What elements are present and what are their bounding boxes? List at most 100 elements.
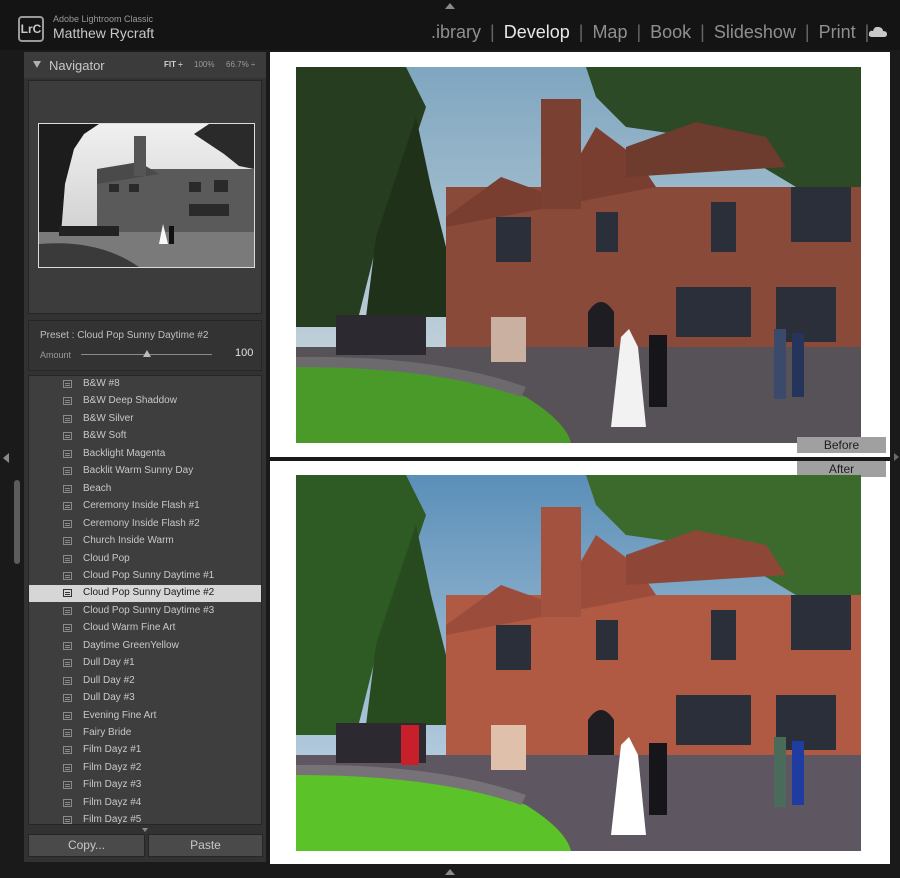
module-library[interactable]: .ibrary	[422, 22, 490, 43]
identity-plate-user-name: Matthew Rycraft	[53, 25, 155, 41]
collapse-filmstrip-arrow-icon[interactable]	[445, 869, 455, 875]
preset-label: Film Dayz #2	[83, 762, 142, 773]
preset-icon	[63, 380, 72, 388]
preset-icon	[63, 572, 72, 580]
paste-button[interactable]: Paste	[148, 834, 263, 857]
preset-label: Film Dayz #3	[83, 779, 142, 790]
collapse-left-panel-arrow-icon[interactable]	[3, 453, 9, 463]
left-panel-scrollbar[interactable]	[14, 480, 20, 564]
preset-label: Film Dayz #4	[83, 797, 142, 808]
preset-label: Cloud Warm Fine Art	[83, 622, 176, 633]
amount-slider-thumb[interactable]	[143, 350, 151, 357]
module-develop[interactable]: Develop	[495, 22, 579, 43]
preset-list-item[interactable]: Fairy Bride	[29, 725, 261, 742]
module-print[interactable]: Print	[810, 22, 865, 43]
preset-list-item[interactable]: B&W Deep Shaddow	[29, 393, 261, 410]
preset-list-item[interactable]: Cloud Warm Fine Art	[29, 620, 261, 637]
preset-label: Film Dayz #1	[83, 744, 142, 755]
preset-label: Cloud Pop Sunny Daytime #2	[83, 587, 215, 598]
app-product-name: Adobe Lightroom Classic	[53, 14, 154, 24]
preset-label: Cloud Pop Sunny Daytime #3	[83, 605, 215, 616]
preset-icon	[63, 589, 72, 597]
preset-icon	[63, 624, 72, 632]
preset-list-item[interactable]: Film Dayz #5	[29, 812, 261, 824]
preset-label: Backlight Magenta	[83, 448, 166, 459]
preset-label: B&W Silver	[83, 413, 134, 424]
preset-list-item[interactable]: Cloud Pop Sunny Daytime #1	[29, 568, 261, 585]
preset-icon	[63, 520, 72, 528]
preset-list-item[interactable]: B&W Soft	[29, 428, 261, 445]
preset-icon	[63, 432, 72, 440]
navigator-header[interactable]: Navigator FIT ÷ 100% 66.7% ÷	[24, 52, 266, 78]
preset-list-item[interactable]: Backlight Magenta	[29, 446, 261, 463]
amount-value[interactable]: 100	[235, 347, 253, 359]
copy-button[interactable]: Copy...	[28, 834, 145, 857]
scroll-down-arrow-icon[interactable]	[142, 828, 148, 832]
preset-icon	[63, 485, 72, 493]
after-frame: After	[270, 461, 890, 864]
preset-label: Dull Day #2	[83, 675, 135, 686]
preset-icon	[63, 467, 72, 475]
preset-list-item[interactable]: Cloud Pop Sunny Daytime #3	[29, 603, 261, 620]
preset-list-item[interactable]: Daytime GreenYellow	[29, 638, 261, 655]
preset-label: Ceremony Inside Flash #2	[83, 518, 200, 529]
preset-list-item[interactable]: Film Dayz #1	[29, 742, 261, 759]
module-map[interactable]: Map	[583, 22, 636, 43]
preset-label: Cloud Pop Sunny Daytime #1	[83, 570, 215, 581]
preset-icon	[63, 764, 72, 772]
preset-list-item[interactable]: B&W #8	[29, 376, 261, 393]
navigator-title: Navigator	[49, 58, 105, 73]
preset-list-item[interactable]: Beach	[29, 481, 261, 498]
navigator-thumbnail[interactable]	[38, 123, 255, 268]
preset-list-item[interactable]: Dull Day #3	[29, 690, 261, 707]
preset-label: Dull Day #3	[83, 692, 135, 703]
preset-list-item[interactable]: Dull Day #1	[29, 655, 261, 672]
preset-icon	[63, 642, 72, 650]
after-photo[interactable]	[296, 475, 861, 851]
preset-icon	[63, 397, 72, 405]
preset-icon	[63, 537, 72, 545]
preset-list-item[interactable]: Ceremony Inside Flash #2	[29, 516, 261, 533]
preset-list-item[interactable]: B&W Silver	[29, 411, 261, 428]
current-preset-label: Preset : Cloud Pop Sunny Daytime #2	[40, 330, 209, 341]
before-photo[interactable]	[296, 67, 861, 443]
preset-icon	[63, 450, 72, 458]
preset-list-item[interactable]: Cloud Pop Sunny Daytime #2	[29, 585, 261, 602]
left-panel: Navigator FIT ÷ 100% 66.7% ÷ Preset: Cl…	[24, 52, 266, 862]
preset-list-item[interactable]: Church Inside Warm	[29, 533, 261, 550]
zoom-custom[interactable]: 66.7% ÷	[226, 60, 255, 69]
module-slideshow[interactable]: Slideshow	[705, 22, 805, 43]
preset-icon	[63, 816, 72, 824]
amount-label: Amount	[40, 350, 72, 360]
preset-label: Dull Day #1	[83, 657, 135, 668]
lightroom-logo: LrC	[18, 16, 44, 42]
preset-icon	[63, 781, 72, 789]
preset-icon	[63, 729, 72, 737]
module-book[interactable]: Book	[641, 22, 700, 43]
preset-list-item[interactable]: Dull Day #2	[29, 673, 261, 690]
zoom-fit[interactable]: FIT ÷	[164, 60, 183, 69]
preset-icon	[63, 502, 72, 510]
preset-list-item[interactable]: Film Dayz #4	[29, 795, 261, 812]
preset-list-item[interactable]: Backlit Warm Sunny Day	[29, 463, 261, 480]
preset-list-item[interactable]: Film Dayz #3	[29, 777, 261, 794]
preset-label: B&W #8	[83, 378, 120, 389]
zoom-100[interactable]: 100%	[194, 60, 214, 69]
preset-label: Church Inside Warm	[83, 535, 174, 546]
preset-label: Evening Fine Art	[83, 710, 157, 721]
cloud-sync-icon[interactable]	[868, 26, 888, 38]
collapse-right-panel-arrow-icon[interactable]	[894, 453, 899, 461]
preset-label: Backlit Warm Sunny Day	[83, 465, 194, 476]
preset-list-item[interactable]: Evening Fine Art	[29, 708, 261, 725]
preset-list-item[interactable]: Film Dayz #2	[29, 760, 261, 777]
top-bar: LrC Adobe Lightroom Classic Matthew Rycr…	[0, 0, 900, 50]
preset-icon	[63, 677, 72, 685]
preset-list-item[interactable]: Ceremony Inside Flash #1	[29, 498, 261, 515]
preset-label: Ceremony Inside Flash #1	[83, 500, 200, 511]
collapse-top-panel-arrow-icon[interactable]	[445, 3, 455, 9]
preset-label: Beach	[83, 483, 112, 494]
preset-list-item[interactable]: Cloud Pop	[29, 551, 261, 568]
module-picker: .ibrary | Develop | Map | Book | Slideshow | …	[422, 22, 869, 43]
disclosure-triangle-icon[interactable]	[33, 61, 41, 68]
preset-icon	[63, 746, 72, 754]
